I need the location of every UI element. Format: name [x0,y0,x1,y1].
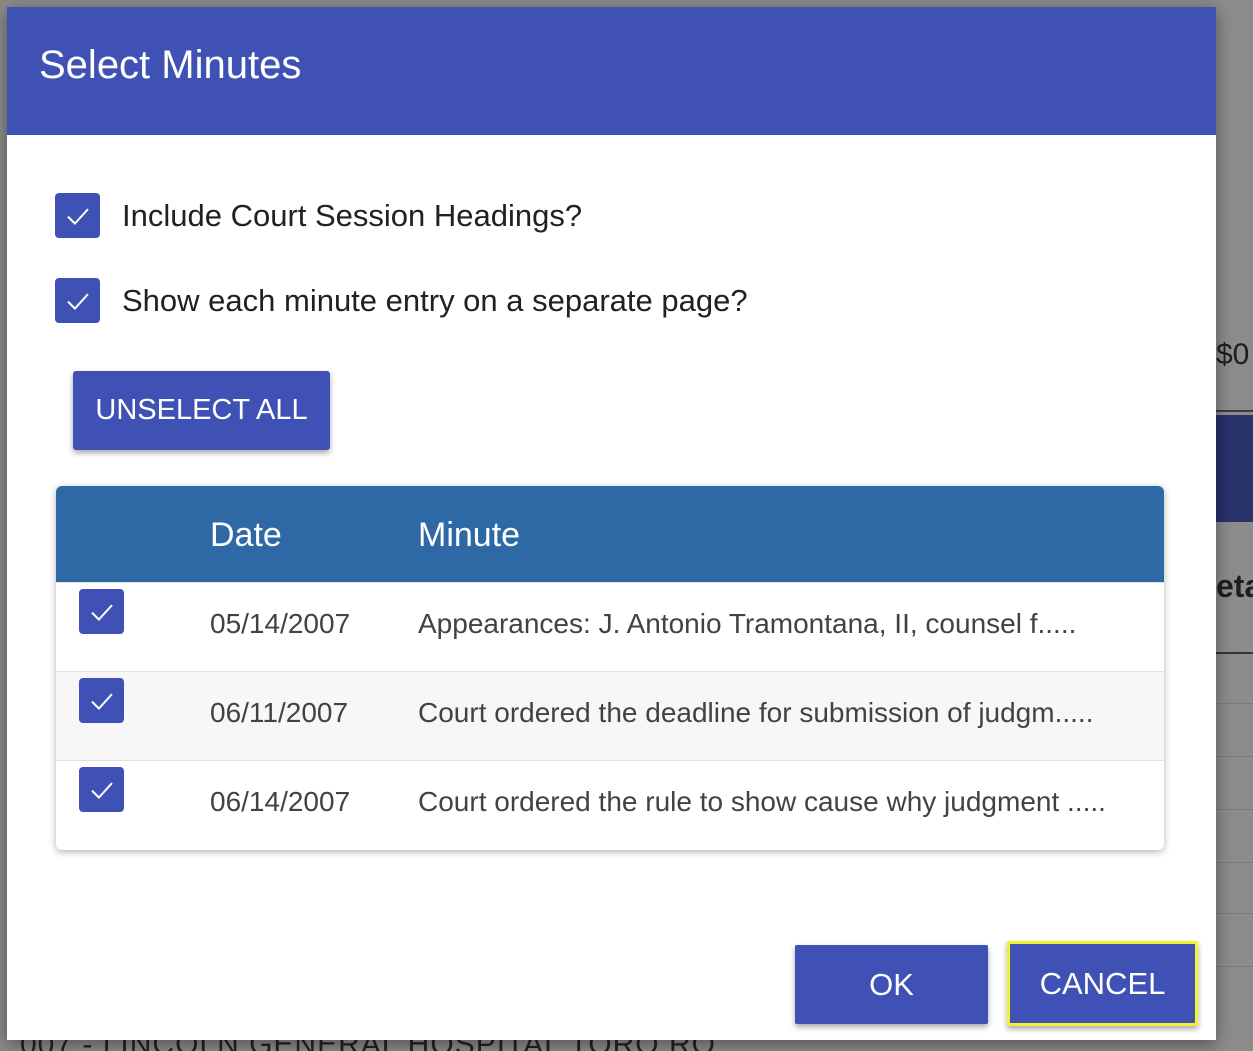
ok-button[interactable]: OK [795,945,988,1024]
background-divider [1216,410,1253,412]
background-divider [1216,652,1253,654]
row-date: 06/11/2007 [210,697,349,728]
dialog-header: Select Minutes [7,7,1216,135]
checkmark-icon [90,781,113,799]
background-banner [1216,415,1253,522]
select-minutes-dialog: Select Minutes Include Court Session Hea… [7,7,1216,1040]
row-minute: Appearances: J. Antonio Tramontana, II, … [418,608,1077,639]
background-bottom-strip: 007 - LINCOLN GENERAL HOSPITAL TORO RO [0,1040,1216,1051]
table-row[interactable]: 06/14/2007 Court ordered the rule to sho… [56,760,1164,849]
separate-page-checkbox[interactable] [55,278,100,323]
row-minute: Court ordered the rule to show cause why… [418,786,1106,817]
separate-page-label: Show each minute entry on a separate pag… [122,282,748,318]
checkmark-icon [66,292,89,310]
row-checkbox[interactable] [79,767,124,812]
include-headings-checkbox[interactable] [55,193,100,238]
background-heading-fragment: eta [1216,568,1253,604]
row-checkbox[interactable] [79,589,124,634]
background-page [1216,0,1253,1051]
unselect-all-button[interactable]: UNSELECT ALL [73,371,330,450]
option-include-headings[interactable]: Include Court Session Headings? [55,193,582,238]
cancel-button[interactable]: CANCEL [1007,941,1198,1026]
table-header: Date Minute [56,486,1164,582]
checkmark-icon [90,692,113,710]
minutes-table: Date Minute 05/14/2007 Appearances: J. A… [56,486,1164,850]
background-row-line [1216,862,1253,863]
column-header-date[interactable]: Date [210,516,282,555]
row-date: 05/14/2007 [210,608,351,639]
column-header-minute[interactable]: Minute [418,516,520,555]
background-amount-fragment: $0 [1216,338,1250,371]
background-row-line [1216,809,1253,810]
background-row-line [1216,913,1253,914]
background-row-line [1216,756,1253,757]
row-date: 06/14/2007 [210,786,351,817]
background-row-line [1216,966,1253,967]
include-headings-label: Include Court Session Headings? [122,197,583,233]
row-checkbox[interactable] [79,678,124,723]
background-bottom-fragment: 007 - LINCOLN GENERAL HOSPITAL TORO RO [20,1040,716,1051]
option-separate-page[interactable]: Show each minute entry on a separate pag… [55,278,748,323]
background-row-line [1216,703,1253,704]
checkmark-icon [66,207,89,225]
checkmark-icon [90,603,113,621]
table-row[interactable]: 05/14/2007 Appearances: J. Antonio Tramo… [56,582,1164,671]
table-row[interactable]: 06/11/2007 Court ordered the deadline fo… [56,671,1164,760]
row-minute: Court ordered the deadline for submissio… [418,697,1094,728]
dialog-title: Select Minutes [39,43,302,87]
